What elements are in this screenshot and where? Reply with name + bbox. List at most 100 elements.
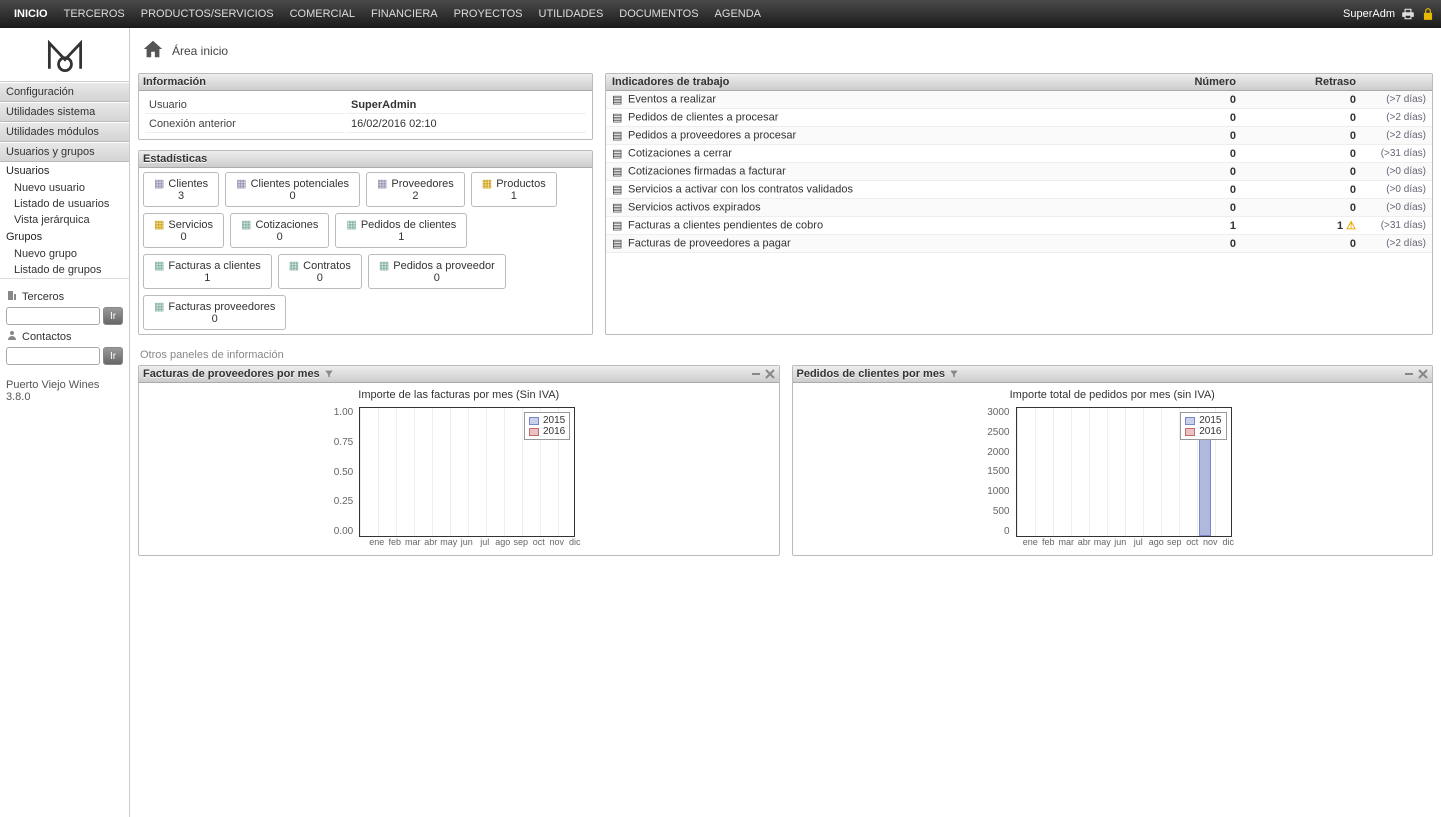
indicator-label: Cotizaciones a cerrar: [628, 147, 732, 159]
indicator-info: (>2 días): [1362, 127, 1432, 145]
lock-icon[interactable]: [1421, 7, 1435, 21]
doc-icon: ▦: [154, 218, 164, 231]
indicator-delay: 0: [1242, 181, 1362, 199]
info-row-conexion: Conexión anterior 16/02/2016 02:10: [145, 116, 586, 133]
panel-indicadores: Indicadores de trabajo Número Retraso ▤E…: [605, 73, 1433, 335]
sidebar: Configuración Utilidades sistema Utilida…: [0, 28, 130, 817]
panel-estadisticas: Estadísticas ▦Clientes3▦Clientes potenci…: [138, 150, 593, 335]
stat-value: 0: [289, 272, 351, 284]
indicator-row[interactable]: ▤Cotizaciones a cerrar 0 0 (>31 días): [606, 145, 1432, 163]
stat-label: Facturas a clientes: [168, 260, 260, 272]
filter-icon[interactable]: [324, 369, 334, 379]
sidebar-subhead-usuarios[interactable]: Usuarios: [0, 162, 129, 180]
nav-productos-servicios[interactable]: PRODUCTOS/SERVICIOS: [133, 0, 282, 28]
stat-value: 1: [482, 190, 546, 202]
stat-box[interactable]: ▦Clientes potenciales0: [225, 172, 360, 207]
sidebar-link-listado-usuarios[interactable]: Listado de usuarios: [0, 196, 129, 212]
user-label[interactable]: SuperAdm: [1343, 8, 1395, 20]
sidebar-item-utilidades-sistema[interactable]: Utilidades sistema: [0, 102, 129, 122]
sidebar-item-utilidades-modulos[interactable]: Utilidades módulos: [0, 122, 129, 142]
stat-box[interactable]: ▦Facturas a clientes1: [143, 254, 272, 289]
nav-inicio[interactable]: INICIO: [6, 0, 56, 28]
indicator-delay: 0: [1242, 235, 1362, 253]
indicator-label: Servicios a activar con los contratos va…: [628, 183, 853, 195]
panel-estadisticas-title: Estadísticas: [143, 153, 207, 165]
stat-box[interactable]: ▦Pedidos de clientes1: [335, 213, 467, 248]
indicator-row[interactable]: ▤Pedidos de clientes a procesar 0 0 (>2 …: [606, 109, 1432, 127]
logo[interactable]: [0, 28, 129, 82]
chart2-caption: Importe total de pedidos por mes (sin IV…: [801, 389, 1425, 401]
chart-bar: [1199, 428, 1211, 536]
indicator-row[interactable]: ▤Servicios activos expirados 0 0 (>0 día…: [606, 199, 1432, 217]
doc-icon: ▦: [289, 259, 299, 272]
minimize-icon[interactable]: [751, 369, 761, 379]
stat-box[interactable]: ▦Facturas proveedores0: [143, 295, 286, 330]
close-icon[interactable]: [1418, 369, 1428, 379]
nav-terceros[interactable]: TERCEROS: [56, 0, 133, 28]
nav-proyectos[interactable]: PROYECTOS: [446, 0, 531, 28]
chart-pedidos-clientes: 30002500200015001000500020152016enefebma…: [801, 407, 1425, 547]
indicator-num: 1: [1152, 217, 1242, 235]
print-icon[interactable]: [1401, 7, 1415, 21]
nav-agenda[interactable]: AGENDA: [707, 0, 769, 28]
stat-box[interactable]: ▦Cotizaciones0: [230, 213, 329, 248]
doc-icon: ▦: [154, 300, 164, 313]
stat-value: 0: [154, 231, 213, 243]
nav-comercial[interactable]: COMERCIAL: [282, 0, 363, 28]
indicator-num: 0: [1152, 181, 1242, 199]
sidebar-link-nuevo-grupo[interactable]: Nuevo grupo: [0, 246, 129, 262]
indicator-num: 0: [1152, 145, 1242, 163]
indicator-info: (>31 días): [1362, 145, 1432, 163]
close-icon[interactable]: [765, 369, 775, 379]
indicator-label: Facturas de proveedores a pagar: [628, 237, 791, 249]
stat-box[interactable]: ▦Servicios0: [143, 213, 224, 248]
indicator-row[interactable]: ▤Servicios a activar con los contratos v…: [606, 181, 1432, 199]
stat-box[interactable]: ▦ Contratos0: [278, 254, 362, 289]
info-value: SuperAdmin: [347, 97, 586, 114]
nav-documentos[interactable]: DOCUMENTOS: [611, 0, 706, 28]
sidebar-item-configuracion[interactable]: Configuración: [0, 82, 129, 102]
indicator-row[interactable]: ▤Eventos a realizar 0 0 (>7 días): [606, 91, 1432, 109]
minimize-icon[interactable]: [1404, 369, 1414, 379]
stat-value: 1: [346, 231, 456, 243]
doc-icon: ▤: [612, 219, 624, 232]
stat-label: Productos: [496, 178, 546, 190]
indicator-row[interactable]: ▤Pedidos a proveedores a procesar 0 0 (>…: [606, 127, 1432, 145]
search-contactos-button[interactable]: Ir: [103, 347, 123, 365]
indicator-row[interactable]: ▤Facturas a clientes pendientes de cobro…: [606, 217, 1432, 235]
stat-label: Pedidos a proveedor: [393, 260, 495, 272]
nav-utilidades[interactable]: UTILIDADES: [531, 0, 612, 28]
stat-box[interactable]: ▦Clientes3: [143, 172, 219, 207]
stat-label: Cotizaciones: [255, 219, 318, 231]
page-title: Área inicio: [172, 44, 228, 58]
indicator-row[interactable]: ▤Cotizaciones firmadas a facturar 0 0 (>…: [606, 163, 1432, 181]
nav-financiera[interactable]: FINANCIERA: [363, 0, 446, 28]
filter-icon[interactable]: [949, 369, 959, 379]
warning-icon: ⚠: [1346, 220, 1356, 232]
stat-box[interactable]: ▦Pedidos a proveedor0: [368, 254, 506, 289]
doc-icon: ▤: [612, 165, 624, 178]
indicators-title: Indicadores de trabajo: [606, 74, 1152, 91]
stat-value: 0: [241, 231, 318, 243]
search-terceros-input[interactable]: [6, 307, 100, 325]
stat-label: Contratos: [303, 260, 351, 272]
stat-box[interactable]: ▦ Productos1: [471, 172, 557, 207]
home-icon: [142, 38, 164, 63]
doc-icon: ▦: [482, 177, 492, 190]
indicator-delay: 0: [1242, 145, 1362, 163]
sidebar-link-nuevo-usuario[interactable]: Nuevo usuario: [0, 180, 129, 196]
sidebar-item-usuarios-grupos[interactable]: Usuarios y grupos: [0, 142, 129, 162]
stat-label: Proveedores: [391, 178, 453, 190]
doc-icon: ▤: [612, 111, 624, 124]
sidebar-subhead-grupos[interactable]: Grupos: [0, 228, 129, 246]
indicator-info: (>2 días): [1362, 235, 1432, 253]
content: Área inicio Información Usuario SuperAdm…: [130, 28, 1441, 817]
search-terceros-button[interactable]: Ir: [103, 307, 123, 325]
chart-facturas-proveedores: 1.000.750.500.250.0020152016enefebmarabr…: [147, 407, 771, 547]
indicator-row[interactable]: ▤Facturas de proveedores a pagar 0 0 (>2…: [606, 235, 1432, 253]
info-value: 16/02/2016 02:10: [347, 116, 586, 133]
search-contactos-input[interactable]: [6, 347, 100, 365]
sidebar-link-vista-jerarquica[interactable]: Vista jerárquica: [0, 212, 129, 228]
stat-box[interactable]: ▦Proveedores2: [366, 172, 465, 207]
sidebar-link-listado-grupos[interactable]: Listado de grupos: [0, 262, 129, 278]
